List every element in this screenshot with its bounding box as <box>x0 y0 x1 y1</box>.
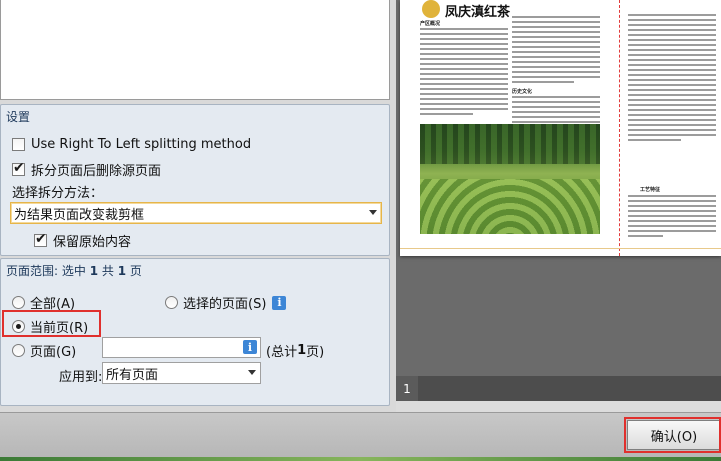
text-column-1 <box>420 28 508 118</box>
radio-pages[interactable]: 页面(G) <box>12 341 76 360</box>
preview-list-area[interactable] <box>0 0 390 100</box>
highlight-ok-button <box>624 417 721 453</box>
text-column-2 <box>512 16 600 86</box>
article-heading-1: 产区概况 <box>420 21 441 27</box>
info-icon[interactable]: i <box>243 340 257 354</box>
pages-input[interactable]: i <box>102 337 261 358</box>
settings-group: 设置 Use Right To Left splitting method 拆分… <box>0 104 390 256</box>
apply-to-label: 应用到: <box>59 370 103 385</box>
dropdown-arrow-icon <box>248 370 256 375</box>
footer-bar <box>0 412 721 461</box>
settings-title: 设置 <box>6 110 31 124</box>
split-method-label: 选择拆分方法： <box>12 186 104 201</box>
checkbox-icon[interactable] <box>12 138 25 151</box>
dropdown-arrow-icon <box>369 210 377 215</box>
radio-selected-pages[interactable]: 选择的页面(S) i <box>165 293 287 312</box>
split-method-select[interactable]: 为结果页面改变裁剪框 <box>10 202 382 224</box>
page-footer-rule <box>400 248 721 249</box>
article-heading-3: 工艺特征 <box>640 187 661 193</box>
split-method-value: 为结果页面改变裁剪框 <box>14 207 145 223</box>
footer-accent-line <box>0 457 721 461</box>
page-preview[interactable]: 凤庆滇红茶 产区概况 历史文化 工艺特征 <box>400 0 721 256</box>
thumbnail-bar: 1 <box>396 376 721 401</box>
delete-source-option[interactable]: 拆分页面后删除源页面 <box>12 160 161 179</box>
article-heading-2: 历史文化 <box>512 89 533 95</box>
radio-icon[interactable] <box>165 296 178 309</box>
text-column-4 <box>628 14 716 144</box>
horizontal-scrollbar[interactable] <box>396 401 721 412</box>
keep-content-label: 保留原始内容 <box>53 235 132 250</box>
keep-content-option[interactable]: 保留原始内容 <box>34 231 131 250</box>
radio-pages-label: 页面(G) <box>30 345 77 360</box>
page-range-title: 页面范围: 选中 1 共 1 页 <box>6 264 142 278</box>
article-title: 凤庆滇红茶 <box>445 5 511 20</box>
highlight-current-page <box>2 310 101 337</box>
checkbox-icon[interactable] <box>34 231 47 247</box>
tea-field-image <box>420 124 600 234</box>
rtl-label: Use Right To Left splitting method <box>31 137 252 152</box>
radio-selected-pages-label: 选择的页面(S) <box>183 297 267 312</box>
total-pages-label: (总计 1 页) <box>266 343 325 360</box>
apply-to-select[interactable]: 所有页面 <box>102 362 261 384</box>
tea-logo-icon <box>422 0 440 18</box>
info-icon[interactable]: i <box>272 295 287 310</box>
delete-source-label: 拆分页面后删除源页面 <box>31 164 162 179</box>
radio-icon[interactable] <box>12 344 25 357</box>
checkbox-icon[interactable] <box>12 160 25 176</box>
apply-to-value: 所有页面 <box>106 367 159 383</box>
split-guide-line <box>619 0 620 256</box>
radio-icon[interactable] <box>12 296 25 309</box>
text-column-5 <box>628 195 716 240</box>
rtl-option[interactable]: Use Right To Left splitting method <box>12 137 251 152</box>
page-number-thumb[interactable]: 1 <box>396 376 418 401</box>
